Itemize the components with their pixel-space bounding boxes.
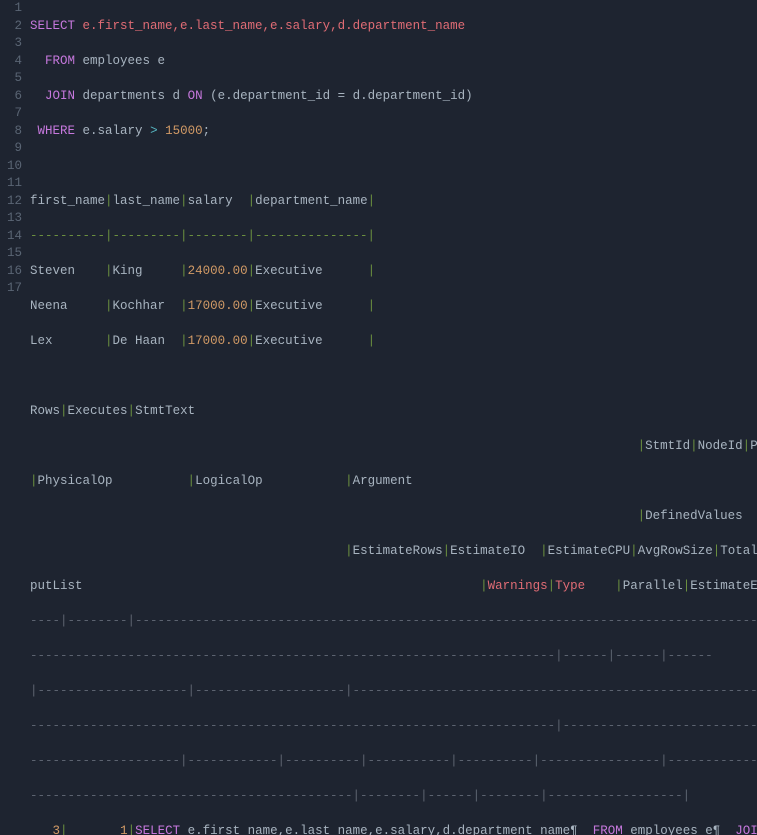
cell: Executive bbox=[255, 334, 323, 348]
code-editor: 1 2 3 4 5 6 7 8 9 10 11 12 13 14 15 16 1… bbox=[0, 0, 757, 835]
plan-header: StmtId bbox=[645, 439, 690, 453]
col-header: department_name bbox=[255, 194, 368, 208]
col-header: last_name bbox=[113, 194, 181, 208]
cell: Executive bbox=[255, 264, 323, 278]
cell: 24000.00 bbox=[188, 264, 248, 278]
plan-header: StmtText bbox=[135, 404, 195, 418]
code-content[interactable]: SELECT e.first_name,e.last_name,e.salary… bbox=[30, 0, 757, 835]
plan-stmt: SELECT bbox=[135, 824, 180, 835]
line-number: 6 bbox=[0, 88, 22, 106]
line-number: 14 bbox=[0, 228, 22, 246]
divider: ----|--------|--------------------------… bbox=[30, 614, 757, 628]
sql-select: SELECT bbox=[30, 19, 75, 33]
plan-header: EstimateRows bbox=[353, 544, 443, 558]
divider: --------------------|------------|------… bbox=[30, 754, 757, 768]
line-number: 9 bbox=[0, 140, 22, 158]
line-number: 3 bbox=[0, 35, 22, 53]
divider: |--------------------|------------------… bbox=[30, 684, 757, 698]
plan-header: AvgRowSize bbox=[638, 544, 713, 558]
divider: ----------------------------------------… bbox=[30, 789, 690, 803]
sql-semi: ; bbox=[203, 124, 211, 138]
sql-where-col: e.salary bbox=[83, 124, 143, 138]
line-number: 2 bbox=[0, 18, 22, 36]
sql-gt: > bbox=[150, 124, 158, 138]
plan-header: DefinedValues bbox=[645, 509, 743, 523]
sql-table: employees e bbox=[83, 54, 166, 68]
plan-header: PhysicalOp bbox=[38, 474, 113, 488]
col-header: first_name bbox=[30, 194, 105, 208]
sql-from: FROM bbox=[45, 54, 75, 68]
line-number: 4 bbox=[0, 53, 22, 71]
plan-header: Executes bbox=[68, 404, 128, 418]
plan-header: EstimateCPU bbox=[548, 544, 631, 558]
plan-header: Argument bbox=[353, 474, 413, 488]
cell: De Haan bbox=[113, 334, 166, 348]
plan-header: LogicalOp bbox=[195, 474, 263, 488]
line-number: 17 bbox=[0, 280, 22, 298]
divider: ----------------------------------------… bbox=[30, 719, 757, 733]
sql-on-clause: (e.department_id = d.department_id) bbox=[210, 89, 473, 103]
plan-header: Parallel bbox=[623, 579, 683, 593]
line-number: 8 bbox=[0, 123, 22, 141]
line-number: 15 bbox=[0, 245, 22, 263]
sql-value: 15000 bbox=[165, 124, 203, 138]
plan-header: putList bbox=[30, 579, 83, 593]
plan-header: EstimateIO bbox=[450, 544, 525, 558]
cell: Kochhar bbox=[113, 299, 166, 313]
line-gutter: 1 2 3 4 5 6 7 8 9 10 11 12 13 14 15 16 1… bbox=[0, 0, 30, 835]
line-number: 5 bbox=[0, 70, 22, 88]
sql-where: WHERE bbox=[38, 124, 76, 138]
plan-stmt: JOIN bbox=[735, 824, 757, 835]
cell: Executive bbox=[255, 299, 323, 313]
plan-stmt: e.first_name,e.last_name,e.salary,d.depa… bbox=[188, 824, 578, 835]
col-header: salary bbox=[188, 194, 233, 208]
sql-table: departments d bbox=[83, 89, 181, 103]
line-number: 1 bbox=[0, 0, 22, 18]
plan-header: TotalSubtreeCost bbox=[720, 544, 757, 558]
cell: 17000.00 bbox=[188, 299, 248, 313]
line-number: 16 bbox=[0, 263, 22, 281]
plan-stmt: employees e¶ bbox=[630, 824, 720, 835]
cell: King bbox=[113, 264, 143, 278]
cell: 17000.00 bbox=[188, 334, 248, 348]
sql-join: JOIN bbox=[45, 89, 75, 103]
plan-header: Warnings bbox=[488, 579, 548, 593]
plan-stmt: FROM bbox=[593, 824, 623, 835]
line-number: 13 bbox=[0, 210, 22, 228]
cell: Lex bbox=[30, 334, 53, 348]
cell: Steven bbox=[30, 264, 75, 278]
line-number: 11 bbox=[0, 175, 22, 193]
cell: Neena bbox=[30, 299, 68, 313]
line-number: 12 bbox=[0, 193, 22, 211]
plan-val: 3 bbox=[53, 824, 61, 835]
divider: ----------------------------------------… bbox=[30, 649, 713, 663]
plan-val: 1 bbox=[120, 824, 128, 835]
divider: ----------|---------|--------|----------… bbox=[30, 229, 375, 243]
line-number: 10 bbox=[0, 158, 22, 176]
plan-header: Rows bbox=[30, 404, 60, 418]
plan-header: EstimateExecutions bbox=[690, 579, 757, 593]
plan-header: Type bbox=[555, 579, 585, 593]
sql-on: ON bbox=[188, 89, 203, 103]
plan-header: Parent bbox=[750, 439, 757, 453]
plan-header: NodeId bbox=[698, 439, 743, 453]
sql-columns: e.first_name,e.last_name,e.salary,d.depa… bbox=[83, 19, 466, 33]
line-number: 7 bbox=[0, 105, 22, 123]
